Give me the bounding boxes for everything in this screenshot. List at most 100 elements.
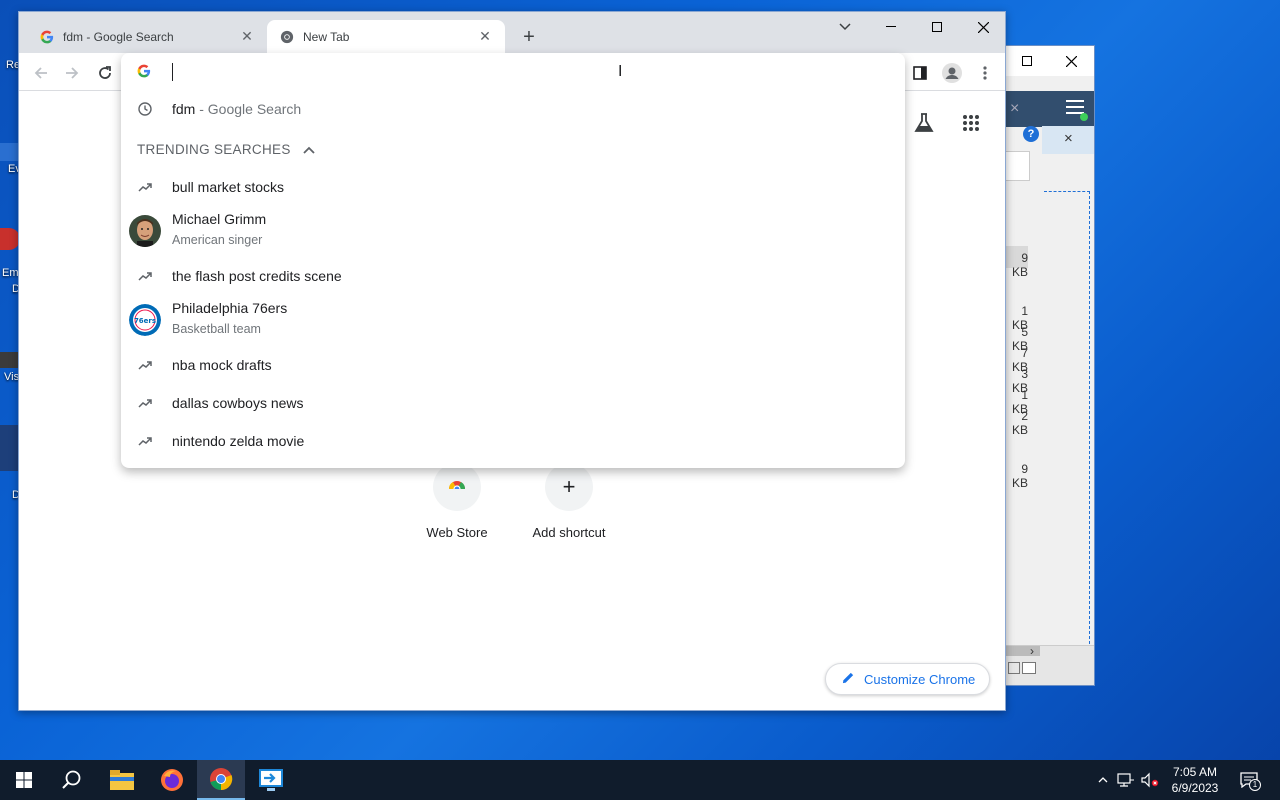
suggestion-text: bull market stocks bbox=[172, 179, 285, 195]
close-button[interactable] bbox=[960, 12, 1006, 42]
action-center-button[interactable]: 1 bbox=[1236, 760, 1262, 800]
taskbar-firefox[interactable] bbox=[148, 760, 196, 800]
minimize-button[interactable] bbox=[868, 12, 914, 42]
back-arrow-icon bbox=[34, 67, 47, 79]
firefox-icon bbox=[161, 769, 183, 791]
close-tab-icon[interactable]: ✕ bbox=[477, 28, 493, 45]
suggestion-text: Michael Grimm bbox=[172, 211, 267, 227]
trending-header-label: TRENDING SEARCHES bbox=[137, 142, 291, 157]
maximize-button[interactable] bbox=[914, 12, 960, 42]
trending-suggestion[interactable]: nintendo zelda movie bbox=[121, 429, 905, 453]
kebab-menu-icon bbox=[983, 66, 987, 80]
close-button[interactable] bbox=[1049, 46, 1094, 76]
person-thumbnail bbox=[129, 215, 161, 247]
tab-new-tab[interactable]: New Tab ✕ bbox=[267, 20, 505, 53]
show-hidden-icons-button[interactable] bbox=[1094, 760, 1112, 800]
desktop-icon-fragment[interactable] bbox=[0, 425, 20, 471]
close-icon bbox=[1066, 55, 1077, 67]
desktop-icon-fragment[interactable]: Vis bbox=[4, 371, 19, 383]
team-logo: 76ers bbox=[129, 304, 161, 336]
trending-suggestion[interactable]: Michael Grimm American singer bbox=[121, 208, 905, 254]
suggestion-text: nba mock drafts bbox=[172, 357, 272, 373]
tab-search-button[interactable] bbox=[822, 12, 868, 42]
taskbar-chrome[interactable] bbox=[197, 760, 245, 800]
close-icon bbox=[977, 21, 989, 33]
suggestion-text: Philadelphia 76ers bbox=[172, 300, 288, 316]
start-button[interactable] bbox=[0, 760, 48, 800]
plus-icon: + bbox=[545, 463, 593, 511]
taskbar-remote-app[interactable] bbox=[247, 760, 295, 800]
tab-fdm-google-search[interactable]: fdm - Google Search ✕ bbox=[27, 20, 267, 53]
scrollbar[interactable] bbox=[1004, 646, 1040, 656]
side-panel-icon bbox=[913, 66, 927, 80]
close-icon[interactable]: × bbox=[1064, 130, 1073, 147]
shortcut-web-store[interactable]: Web Store bbox=[407, 463, 507, 540]
clock-icon bbox=[137, 101, 153, 117]
google-g-icon bbox=[39, 29, 55, 45]
notification-count-badge: 1 bbox=[1249, 779, 1261, 791]
info-bar: × bbox=[1042, 126, 1094, 154]
menu-button[interactable] bbox=[973, 61, 997, 85]
chevron-right-icon[interactable]: › bbox=[1030, 644, 1034, 658]
customize-chrome-button[interactable]: Customize Chrome bbox=[825, 663, 990, 695]
desktop-icon-fragment[interactable]: Em bbox=[2, 267, 19, 279]
maximize-icon bbox=[1021, 56, 1032, 66]
file-size: 9 KB bbox=[1011, 462, 1028, 490]
detail-view-icon[interactable] bbox=[1022, 662, 1036, 674]
back-button[interactable] bbox=[29, 61, 53, 85]
suggestion-text: the flash post credits scene bbox=[172, 268, 342, 284]
system-clock[interactable]: 7:05 AM 6/9/2023 bbox=[1160, 764, 1230, 796]
search-button[interactable] bbox=[48, 760, 96, 800]
list-view-icon[interactable] bbox=[1008, 662, 1020, 674]
apps-grid-icon[interactable] bbox=[962, 114, 980, 135]
history-suggestion[interactable]: fdm - Google Search bbox=[121, 97, 905, 121]
trending-suggestion[interactable]: dallas cowboys news bbox=[121, 391, 905, 415]
trending-suggestion[interactable]: bull market stocks bbox=[121, 175, 905, 199]
chrome-window: fdm - Google Search ✕ New Tab ✕ + Web St… bbox=[18, 11, 1006, 711]
shortcut-label: Add shortcut bbox=[532, 525, 606, 540]
close-tab-icon[interactable]: ✕ bbox=[239, 28, 255, 45]
trending-suggestion[interactable]: 76ers Philadelphia 76ers Basketball team bbox=[121, 297, 905, 343]
search-icon bbox=[62, 770, 81, 789]
forward-button[interactable] bbox=[60, 61, 84, 85]
trending-suggestion[interactable]: the flash post credits scene bbox=[121, 264, 905, 288]
file-size: 9 KB bbox=[1011, 251, 1028, 279]
omnibox-dropdown: I fdm - Google Search TRENDING SEARCHES … bbox=[121, 53, 905, 468]
help-icon[interactable]: ? bbox=[1023, 126, 1039, 142]
suggestion-text: nintendo zelda movie bbox=[172, 433, 305, 449]
desktop-icon-fragment[interactable] bbox=[0, 143, 20, 161]
profile-button[interactable] bbox=[940, 61, 964, 85]
desktop-icon-fragment[interactable] bbox=[0, 352, 20, 368]
trending-header[interactable]: TRENDING SEARCHES bbox=[137, 142, 315, 157]
tab-title: New Tab bbox=[303, 29, 350, 44]
omnibox-input[interactable]: I bbox=[121, 53, 905, 91]
forward-arrow-icon bbox=[66, 67, 79, 79]
speaker-muted-icon bbox=[1141, 772, 1159, 788]
taskbar-file-explorer[interactable] bbox=[98, 760, 146, 800]
volume-button[interactable] bbox=[1140, 760, 1160, 800]
chevron-up-icon bbox=[1098, 777, 1108, 783]
folder-icon bbox=[110, 770, 134, 790]
reload-button[interactable] bbox=[93, 61, 117, 85]
side-panel-button[interactable] bbox=[908, 61, 932, 85]
search-field[interactable] bbox=[1004, 151, 1030, 181]
desktop-icon-fragment[interactable] bbox=[0, 228, 20, 250]
status-dot-icon bbox=[1080, 113, 1088, 121]
labs-icon[interactable] bbox=[913, 112, 935, 137]
pencil-icon bbox=[842, 671, 855, 687]
minimize-icon bbox=[886, 26, 896, 27]
close-icon[interactable]: × bbox=[1010, 100, 1019, 118]
text-caret bbox=[172, 63, 173, 81]
avatar-icon bbox=[942, 63, 962, 83]
clock-time: 7:05 AM bbox=[1172, 765, 1218, 779]
trending-suggestion[interactable]: nba mock drafts bbox=[121, 353, 905, 377]
network-button[interactable] bbox=[1116, 760, 1136, 800]
new-tab-button[interactable]: + bbox=[517, 25, 541, 49]
maximize-button[interactable] bbox=[1004, 46, 1049, 76]
clock-date: 6/9/2023 bbox=[1171, 781, 1219, 795]
suggestion-text: fdm - Google Search bbox=[172, 101, 302, 117]
chevron-down-icon bbox=[839, 23, 851, 31]
trending-up-icon bbox=[137, 433, 153, 449]
add-shortcut-button[interactable]: + Add shortcut bbox=[519, 463, 619, 540]
menu-icon[interactable] bbox=[1066, 100, 1084, 114]
